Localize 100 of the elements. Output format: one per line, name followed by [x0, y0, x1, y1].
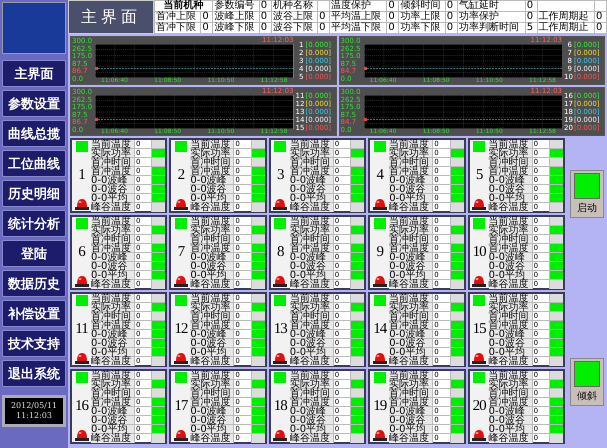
field-label: 峰谷温度	[190, 357, 234, 366]
field-label: 首冲时间	[389, 235, 434, 243]
action-button[interactable]: 启动	[570, 170, 604, 218]
field-label: 0-0波峰	[389, 253, 434, 261]
station-number: 15	[472, 322, 486, 336]
field-label: 当前温度	[91, 294, 135, 302]
table-cell: 功率上限	[398, 12, 446, 22]
field-label: 0-0波谷	[290, 339, 334, 347]
field-label: 首冲温度	[389, 398, 434, 406]
station-number: 12	[174, 322, 188, 336]
menu-button[interactable]: 统计分析	[2, 210, 66, 237]
field-label: 实际功率	[91, 149, 135, 157]
field-label: 当前温度	[91, 140, 135, 148]
field-label: 0-0波谷	[91, 339, 135, 347]
field-label: 0-0波峰	[190, 407, 234, 415]
menu-button[interactable]: 数据历史	[2, 270, 66, 297]
field-label: 0-0波峰	[190, 330, 234, 338]
field-label: 当前温度	[488, 371, 533, 379]
field-label: 当前温度	[290, 217, 334, 225]
field-label: 实际功率	[488, 149, 533, 157]
table-cell: 机种名称	[271, 0, 318, 12]
field-label: 实际功率	[488, 303, 533, 311]
field-label: 首冲温度	[389, 244, 434, 252]
field-label: 实际功率	[190, 303, 234, 311]
menu-button[interactable]: 工位曲线	[2, 150, 66, 177]
field-label: 0-0平均	[290, 348, 334, 356]
field-label: 峰谷温度	[389, 434, 434, 443]
field-label: 0-0平均	[389, 348, 434, 356]
field-label: 峰谷温度	[190, 280, 234, 289]
field-label: 首冲温度	[290, 321, 334, 329]
menu-button[interactable]: 曲线总揽	[2, 120, 66, 147]
station-number: 7	[178, 244, 184, 260]
table-cell: 波峰上限	[212, 12, 260, 22]
table-cell: 功率保护	[457, 12, 526, 22]
field-label: 实际功率	[190, 149, 234, 157]
table-cell: 功率判断时间	[457, 22, 526, 34]
field-label: 峰谷温度	[290, 280, 334, 289]
table-cell: 工作周期起	[537, 12, 594, 22]
field-label: 峰谷温度	[389, 280, 434, 289]
field-label: 实际功率	[290, 303, 334, 311]
menu-button[interactable]: 参数设置	[2, 90, 66, 117]
field-label: 实际功率	[190, 380, 234, 388]
menu-button[interactable]: 技术支持	[2, 330, 66, 357]
field-label: 当前温度	[290, 371, 334, 379]
field-label: 峰谷温度	[488, 203, 533, 212]
table-cell: 0	[388, 22, 395, 33]
field-label: 实际功率	[389, 303, 434, 311]
field-label: 首冲时间	[190, 389, 234, 397]
menu-button[interactable]: 主界面	[2, 60, 66, 87]
table-cell: 工作周期止	[537, 22, 594, 34]
field-label: 首冲温度	[389, 321, 434, 329]
field-label: 0-0波谷	[190, 416, 234, 424]
table-cell: 5	[526, 22, 534, 33]
table-cell: 气缸延时	[457, 0, 526, 12]
station-number: 11	[75, 322, 88, 336]
field-label: 0-0波谷	[91, 416, 135, 424]
field-label: 当前温度	[190, 217, 234, 225]
field-label: 0-0波谷	[91, 262, 135, 270]
field-label: 当前温度	[190, 140, 234, 148]
field-label: 首冲时间	[190, 235, 234, 243]
field-label: 0-0波谷	[488, 416, 533, 424]
display-panel	[2, 2, 66, 54]
field-label: 首冲温度	[488, 244, 533, 252]
station-number: 5	[476, 168, 482, 182]
table-cell: 参数编号	[212, 0, 260, 12]
table-cell: 0	[388, 11, 395, 22]
station-number: 13	[274, 322, 287, 336]
menu-button[interactable]: 退出系统	[2, 360, 66, 387]
field-label: 首冲温度	[488, 167, 533, 175]
field-label: 0-0波谷	[389, 339, 434, 347]
field-label: 实际功率	[190, 226, 234, 234]
field-label: 实际功率	[389, 226, 434, 234]
field-label: 0-0平均	[389, 194, 434, 202]
field-label: 首冲时间	[488, 235, 533, 243]
field-label: 当前温度	[389, 140, 434, 148]
station-number: 8	[277, 244, 284, 260]
field-label: 0-0波谷	[190, 262, 234, 270]
table-cell: 波谷上限	[271, 12, 318, 22]
field-label: 首冲时间	[488, 312, 533, 320]
field-label: 首冲时间	[389, 312, 434, 320]
field-label: 首冲时间	[290, 235, 334, 243]
field-label: 峰谷温度	[290, 357, 334, 366]
field-label: 0-0波谷	[389, 185, 434, 193]
menu-button[interactable]: 历史明细	[2, 180, 66, 207]
field-label: 首冲温度	[290, 167, 334, 175]
field-label: 0-0波谷	[290, 185, 334, 193]
menu-button[interactable]: 登陆	[2, 240, 66, 267]
field-label: 0-0平均	[488, 425, 533, 433]
table-cell: 0	[388, 0, 395, 11]
field-label: 首冲时间	[91, 389, 135, 397]
station-number: 9	[376, 244, 383, 260]
action-button[interactable]: 倾斜	[570, 358, 604, 406]
field-label: 首冲温度	[190, 244, 234, 252]
field-label: 0-0波峰	[488, 176, 533, 184]
field-label: 首冲时间	[488, 158, 533, 166]
field-label: 首冲温度	[389, 167, 434, 175]
menu-button[interactable]: 补偿设置	[2, 300, 66, 327]
station-number: 19	[373, 398, 386, 414]
field-label: 首冲时间	[91, 158, 135, 166]
field-label: 0-0平均	[190, 425, 234, 433]
